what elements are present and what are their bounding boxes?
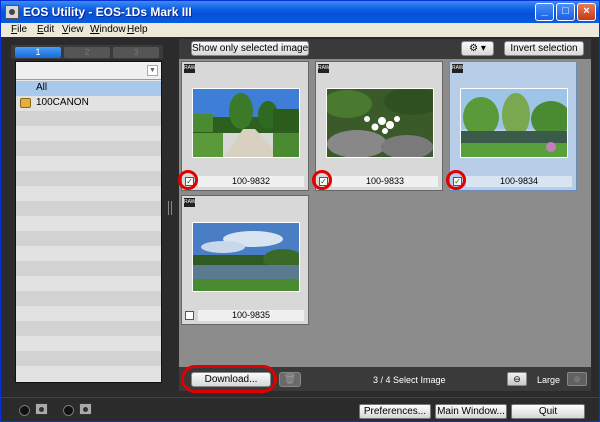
raw-badge-icon: RAW: [184, 64, 196, 73]
list-item: [16, 216, 161, 231]
invert-selection-button[interactable]: Invert selection: [504, 41, 584, 56]
thumbnail-card[interactable]: RAW 100-9835: [181, 195, 309, 325]
thumbnail-image: [460, 88, 568, 158]
camera-settings-icon[interactable]: [35, 403, 48, 415]
folder-item-all[interactable]: All: [16, 81, 161, 96]
menu-file[interactable]: File: [11, 24, 27, 35]
camera-connect-button[interactable]: [19, 405, 30, 416]
highlight-ring: [178, 170, 198, 190]
window-title: EOS Utility - EOS-1Ds Mark III: [23, 5, 192, 19]
list-item: [16, 261, 161, 276]
thumbnail-image: [326, 88, 434, 158]
thumbnail-filename: 100-9833: [332, 176, 438, 187]
list-item: [16, 351, 161, 366]
list-item: [16, 336, 161, 351]
camera-app-icon: [5, 5, 19, 19]
folder-item-100canon[interactable]: 100CANON: [16, 96, 161, 111]
sort-dropdown-button[interactable]: ⚙ ▾: [461, 41, 494, 56]
sort-icon: ⚙ ▾: [469, 43, 486, 54]
highlight-ring: [181, 365, 277, 393]
list-item: [16, 201, 161, 216]
trash-button[interactable]: 🗑: [279, 372, 301, 387]
menu-edit[interactable]: Edit: [37, 24, 54, 35]
main-window-button[interactable]: Main Window...: [435, 404, 507, 419]
list-item: [16, 276, 161, 291]
chevron-down-icon[interactable]: ▼: [147, 65, 158, 76]
thumbnail-filename: 100-9834: [466, 176, 572, 187]
list-item: [16, 141, 161, 156]
list-item: [16, 126, 161, 141]
close-button[interactable]: ×: [577, 3, 596, 21]
folder-panel: ▼ All 100CANON: [15, 61, 162, 383]
minimize-button[interactable]: _: [535, 3, 554, 21]
list-item: [16, 321, 161, 336]
tab-3[interactable]: 3: [113, 47, 159, 58]
quit-button[interactable]: Quit: [511, 404, 585, 419]
menu-view[interactable]: View: [62, 24, 84, 35]
tab-2[interactable]: 2: [64, 47, 110, 58]
thumbnail-card[interactable]: RAW ✓ 100-9833: [315, 61, 443, 191]
remote-shoot-button[interactable]: [63, 405, 74, 416]
list-item: [16, 111, 161, 126]
raw-badge-icon: RAW: [184, 198, 196, 207]
folder-icon: [20, 98, 31, 108]
menu-window[interactable]: Window: [90, 24, 126, 35]
trash-icon: 🗑: [283, 374, 297, 385]
thumbnail-card[interactable]: RAW ✓ 100-9834: [449, 61, 577, 191]
list-item: [16, 186, 161, 201]
footer-bar: Preferences... Main Window... Quit: [1, 397, 599, 421]
folder-label: 100CANON: [36, 97, 89, 108]
list-item: [16, 291, 161, 306]
select-checkbox[interactable]: [185, 311, 194, 320]
list-item: [16, 171, 161, 186]
raw-badge-icon: RAW: [452, 64, 464, 73]
thumbnail-filename: 100-9832: [198, 176, 304, 187]
title-bar[interactable]: EOS Utility - EOS-1Ds Mark III _ □ ×: [1, 1, 599, 23]
panel-splitter-handle[interactable]: [168, 201, 172, 215]
menu-bar: File Edit View Window Help: [1, 23, 599, 37]
list-item: [16, 231, 161, 246]
zoom-out-button[interactable]: ⊖: [507, 372, 527, 386]
zoom-out-icon: ⊖: [513, 374, 521, 384]
preferences-button[interactable]: Preferences...: [359, 404, 431, 419]
thumbnail-filename: 100-9835: [198, 310, 304, 321]
list-item: [16, 366, 161, 381]
app-window: EOS Utility - EOS-1Ds Mark III _ □ × Fil…: [0, 0, 600, 422]
remote-shoot-icon[interactable]: [79, 403, 92, 415]
highlight-ring: [312, 170, 332, 190]
raw-badge-icon: RAW: [318, 64, 330, 73]
folder-filter-dropdown[interactable]: ▼: [16, 62, 161, 80]
left-panel-tabs: 1 2 3: [11, 45, 163, 59]
folder-label: All: [36, 82, 48, 93]
list-item: [16, 306, 161, 321]
thumbnail-image: [192, 222, 300, 292]
tab-1[interactable]: 1: [15, 47, 61, 58]
thumbnail-image: [192, 88, 300, 158]
highlight-ring: [446, 170, 466, 190]
thumbnail-gallery: RAW ✓ 100-9832 RAW ✓ 100-9833 RAW ✓ 100-…: [178, 59, 591, 367]
thumbnail-size-label: Large: [537, 375, 561, 385]
show-selected-button[interactable]: Show only selected images: [191, 41, 309, 56]
image-toolbar: Show only selected images ⚙ ▾ Invert sel…: [179, 39, 591, 59]
list-item: [16, 246, 161, 261]
thumbnail-card[interactable]: RAW ✓ 100-9832: [181, 61, 309, 191]
list-item: [16, 156, 161, 171]
maximize-button[interactable]: □: [556, 3, 575, 21]
menu-help[interactable]: Help: [127, 24, 148, 35]
selection-status: 3 / 4 Select Image: [373, 375, 446, 385]
zoom-in-icon: ⊕: [573, 374, 581, 384]
zoom-in-button[interactable]: ⊕: [567, 372, 587, 386]
